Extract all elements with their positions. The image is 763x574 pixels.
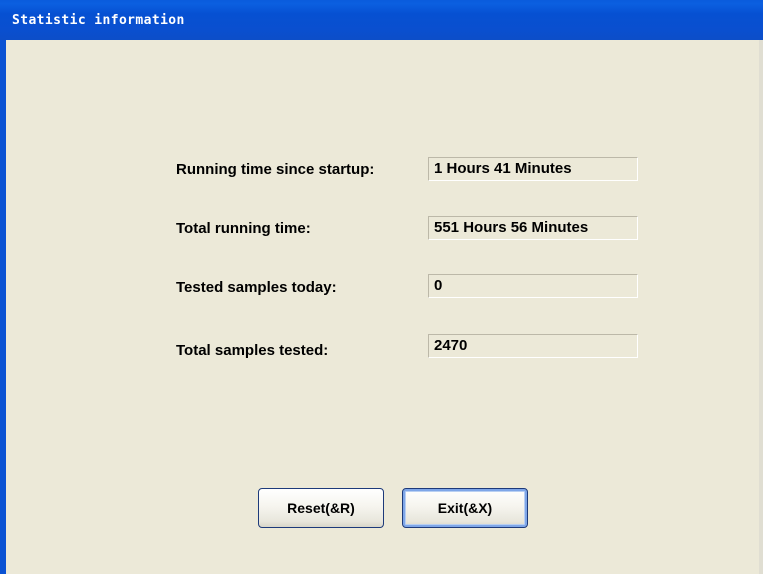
statistic-window: Statistic information Running time since… [0,0,763,574]
running-time-since-startup-value: 1 Hours 41 Minutes [428,157,638,181]
total-running-time-label: Total running time: [176,220,311,237]
total-running-time-value: 551 Hours 56 Minutes [428,216,638,240]
title-bar[interactable]: Statistic information [0,0,763,40]
exit-button[interactable]: Exit(&X) [402,488,528,528]
total-samples-tested-value: 2470 [428,334,638,358]
window-title: Statistic information [12,13,185,28]
reset-button[interactable]: Reset(&R) [258,488,384,528]
running-time-since-startup-label: Running time since startup: [176,161,375,178]
total-samples-tested-label: Total samples tested: [176,342,329,359]
tested-samples-today-label: Tested samples today: [176,279,337,296]
dialog-body: Running time since startup: 1 Hours 41 M… [0,40,763,574]
tested-samples-today-value: 0 [428,274,638,298]
window-right-edge [759,40,763,574]
